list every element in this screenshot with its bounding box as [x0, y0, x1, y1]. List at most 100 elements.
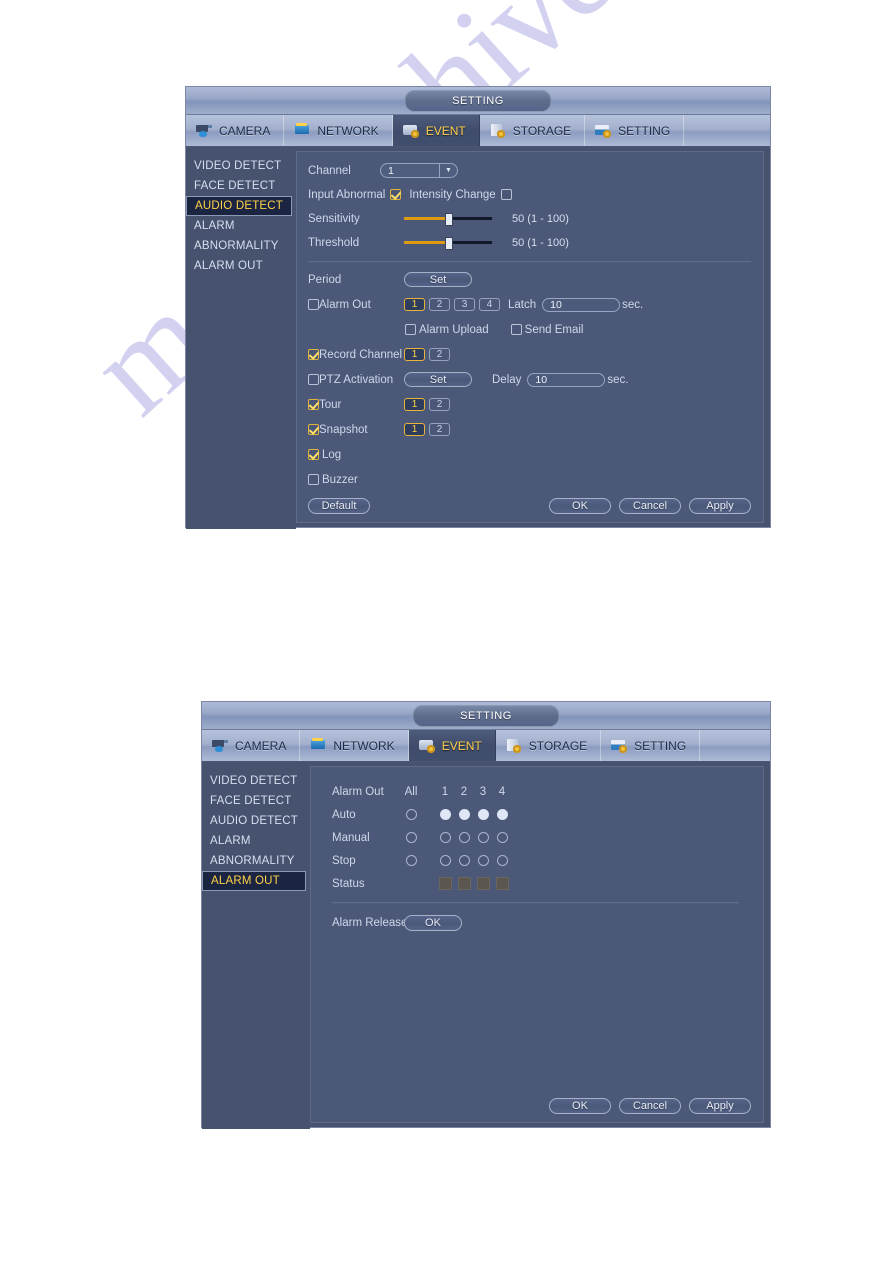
cancel-button[interactable]: Cancel [619, 1098, 681, 1114]
threshold-slider[interactable] [404, 237, 492, 250]
log-checkbox[interactable] [308, 449, 319, 460]
stop-ch4-radio[interactable] [496, 855, 508, 866]
alarm-out-checkbox[interactable] [308, 299, 319, 310]
stop-all-radio[interactable] [405, 855, 417, 866]
setting-window-alarm-out: SETTING CAMERA NETWORK EVENT STORAGE SET… [201, 701, 771, 1129]
sidebar-item-audio-detect[interactable]: AUDIO DETECT [186, 196, 292, 216]
tour-chip-1[interactable]: 1 [404, 398, 425, 411]
intensity-change-checkbox[interactable] [500, 189, 512, 200]
column-2: 2 [460, 785, 468, 798]
manual-ch2-radio[interactable] [458, 832, 470, 843]
auto-ch1-radio[interactable] [439, 809, 451, 820]
storage-icon [490, 123, 508, 138]
ptz-set-button[interactable]: Set [404, 372, 472, 387]
snapshot-chip-2[interactable]: 2 [429, 423, 450, 436]
period-set-button[interactable]: Set [404, 272, 472, 287]
tour-label: Tour [319, 398, 342, 411]
tab-setting[interactable]: SETTING [585, 115, 685, 146]
tab-storage[interactable]: STORAGE [480, 115, 586, 146]
buzzer-checkbox[interactable] [308, 474, 319, 485]
tab-network[interactable]: NETWORK [300, 730, 409, 761]
stop-ch2-radio[interactable] [458, 855, 470, 866]
section-divider [332, 902, 739, 904]
ok-button[interactable]: OK [549, 1098, 611, 1114]
stop-ch1-radio[interactable] [439, 855, 451, 866]
stop-ch3-radio[interactable] [477, 855, 489, 866]
alarm-out-chip-1[interactable]: 1 [404, 298, 425, 311]
tour-checkbox[interactable] [308, 399, 319, 410]
sidebar-item-alarm-out[interactable]: ALARM OUT [186, 256, 296, 276]
record-channel-checkbox[interactable] [308, 349, 319, 360]
latch-input[interactable]: 10 [542, 297, 621, 312]
sidebar-item-video-detect[interactable]: VIDEO DETECT [202, 771, 310, 791]
ok-button[interactable]: OK [549, 498, 611, 514]
ptz-activation-checkbox[interactable] [308, 374, 319, 385]
channel-select[interactable]: 1 ▼ [380, 163, 458, 178]
sensitivity-label: Sensitivity [308, 212, 360, 225]
auto-all-radio[interactable] [405, 809, 417, 820]
snapshot-checkbox[interactable] [308, 424, 319, 435]
alarm-release-label: Alarm Release [332, 916, 408, 929]
row-label-manual: Manual [332, 831, 370, 844]
tab-network[interactable]: NETWORK [284, 115, 393, 146]
apply-button[interactable]: Apply [689, 498, 751, 514]
snapshot-label: Snapshot [319, 423, 368, 436]
tab-camera[interactable]: CAMERA [202, 730, 301, 761]
alarm-out-chip-3[interactable]: 3 [454, 298, 475, 311]
tab-camera[interactable]: CAMERA [186, 115, 285, 146]
sidebar-item-alarm[interactable]: ALARM [202, 831, 310, 851]
tab-event[interactable]: EVENT [409, 730, 496, 761]
status-label: Status [332, 877, 365, 890]
sidebar-item-abnormality[interactable]: ABNORMALITY [186, 236, 296, 256]
input-abnormal-checkbox[interactable] [390, 189, 402, 200]
network-icon [294, 123, 312, 138]
sidebar-item-abnormality[interactable]: ABNORMALITY [202, 851, 310, 871]
alarm-upload-checkbox[interactable] [405, 324, 416, 335]
apply-button[interactable]: Apply [689, 1098, 751, 1114]
auto-ch3-radio[interactable] [477, 809, 489, 820]
chevron-down-icon[interactable]: ▼ [439, 163, 457, 178]
auto-ch4-radio[interactable] [496, 809, 508, 820]
default-button[interactable]: Default [308, 498, 370, 514]
sidebar-item-alarm-out[interactable]: ALARM OUT [202, 871, 306, 891]
column-all: All [404, 785, 418, 798]
record-channel-chip-1[interactable]: 1 [404, 348, 425, 361]
sidebar: VIDEO DETECT FACE DETECT AUDIO DETECT AL… [202, 762, 310, 1129]
alarm-out-chip-2[interactable]: 2 [429, 298, 450, 311]
manual-ch3-radio[interactable] [477, 832, 489, 843]
manual-all-radio[interactable] [405, 832, 417, 843]
buzzer-label: Buzzer [322, 473, 358, 486]
sidebar-item-face-detect[interactable]: FACE DETECT [202, 791, 310, 811]
alarm-release-ok-button[interactable]: OK [404, 914, 462, 931]
tab-label: SETTING [634, 738, 687, 753]
delay-value: 10 [535, 373, 548, 386]
tab-event[interactable]: EVENT [393, 115, 480, 146]
manual-ch1-radio[interactable] [439, 832, 451, 843]
sidebar-item-face-detect[interactable]: FACE DETECT [186, 176, 296, 196]
sidebar-item-alarm[interactable]: ALARM [186, 216, 296, 236]
delay-label: Delay [492, 373, 522, 386]
tab-label: NETWORK [333, 738, 395, 753]
manual-ch4-radio[interactable] [496, 832, 508, 843]
record-channel-chip-2[interactable]: 2 [429, 348, 450, 361]
snapshot-chip-1[interactable]: 1 [404, 423, 425, 436]
slider-thumb[interactable] [445, 213, 453, 226]
alarm-out-label: Alarm Out [319, 298, 371, 311]
auto-ch2-radio[interactable] [458, 809, 470, 820]
sidebar-item-video-detect[interactable]: VIDEO DETECT [186, 156, 296, 176]
tour-chip-2[interactable]: 2 [429, 398, 450, 411]
delay-input[interactable]: 10 [527, 372, 606, 387]
send-email-checkbox[interactable] [510, 324, 522, 335]
window-title: SETTING [404, 90, 552, 112]
sidebar-item-audio-detect[interactable]: AUDIO DETECT [202, 811, 310, 831]
tab-label: SETTING [618, 123, 671, 138]
tab-setting[interactable]: SETTING [601, 730, 701, 761]
column-1: 1 [441, 785, 449, 798]
tab-storage[interactable]: STORAGE [496, 730, 602, 761]
alarm-out-chip-4[interactable]: 4 [479, 298, 500, 311]
cancel-button[interactable]: Cancel [619, 498, 681, 514]
event-icon [418, 738, 437, 753]
setting-icon [611, 738, 629, 753]
sensitivity-slider[interactable] [404, 213, 492, 226]
slider-thumb[interactable] [445, 237, 453, 250]
